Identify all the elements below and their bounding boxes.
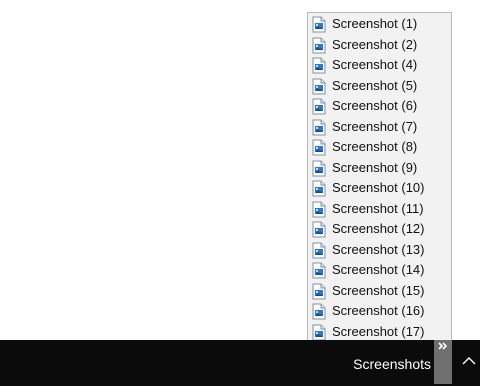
image-file-icon: [312, 139, 326, 156]
image-file-icon: [312, 37, 326, 53]
menu-item[interactable]: Screenshot (15): [308, 281, 451, 301]
image-file-icon: [312, 98, 326, 115]
menu-item[interactable]: Screenshot (5): [308, 76, 451, 96]
menu-item[interactable]: Screenshot (6): [308, 96, 451, 116]
image-file-icon: [312, 324, 326, 340]
image-file-icon: [312, 303, 326, 320]
image-file-icon: [312, 78, 326, 94]
double-chevron-icon: [438, 342, 448, 350]
image-file-icon: [312, 160, 326, 176]
menu-item[interactable]: Screenshot (8): [308, 137, 451, 157]
image-file-icon: [312, 119, 326, 135]
menu-item-label: Screenshot (5): [332, 77, 418, 93]
image-file-icon: [312, 262, 326, 279]
menu-item-label: Screenshot (7): [332, 118, 418, 134]
menu-item-label: Screenshot (15): [332, 282, 425, 298]
menu-item-label: Screenshot (1): [332, 16, 418, 31]
image-file-icon: [312, 283, 326, 299]
menu-item[interactable]: Screenshot (16): [308, 301, 451, 321]
menu-item-label: Screenshot (16): [332, 303, 425, 318]
menu-item[interactable]: Screenshot (17): [308, 322, 451, 340]
menu-item-label: Screenshot (14): [332, 262, 425, 277]
menu-item[interactable]: Screenshot (10): [308, 178, 451, 198]
menu-item-label: Screenshot (9): [332, 159, 418, 175]
menu-item-label: Screenshot (12): [332, 221, 425, 236]
menu-item[interactable]: Screenshot (4): [308, 55, 451, 75]
taskbar: Screenshots: [0, 340, 480, 386]
image-file-icon: [312, 201, 326, 217]
menu-item-label: Screenshot (11): [332, 200, 424, 216]
menu-item-label: Screenshot (6): [332, 98, 418, 113]
menu-item[interactable]: Screenshot (2): [308, 35, 451, 55]
image-file-icon: [312, 221, 326, 238]
menu-item-label: Screenshot (2): [332, 36, 418, 52]
jump-list-menu: Screenshot (1) Screenshot (2) Screenshot…: [307, 12, 452, 340]
menu-item[interactable]: Screenshot (9): [308, 158, 451, 178]
menu-item[interactable]: Screenshot (13): [308, 240, 451, 260]
toolbar-label[interactable]: Screenshots: [353, 356, 431, 372]
show-hidden-icons-button[interactable]: [458, 348, 480, 376]
menu-item-label: Screenshot (17): [332, 323, 425, 339]
menu-item-label: Screenshot (4): [332, 57, 418, 72]
menu-item-label: Screenshot (8): [332, 139, 418, 154]
menu-item[interactable]: Screenshot (11): [308, 199, 451, 219]
menu-item-label: Screenshot (13): [332, 241, 425, 257]
image-file-icon: [312, 16, 326, 33]
image-file-icon: [312, 242, 326, 258]
image-file-icon: [312, 180, 326, 197]
menu-item[interactable]: Screenshot (12): [308, 219, 451, 239]
chevron-up-icon: [462, 357, 476, 365]
menu-item-label: Screenshot (10): [332, 180, 425, 195]
menu-item[interactable]: Screenshot (14): [308, 260, 451, 280]
image-file-icon: [312, 57, 326, 74]
menu-item[interactable]: Screenshot (7): [308, 117, 451, 137]
menu-item[interactable]: Screenshot (1): [308, 14, 451, 34]
toolbar-overflow-button[interactable]: [434, 340, 452, 384]
